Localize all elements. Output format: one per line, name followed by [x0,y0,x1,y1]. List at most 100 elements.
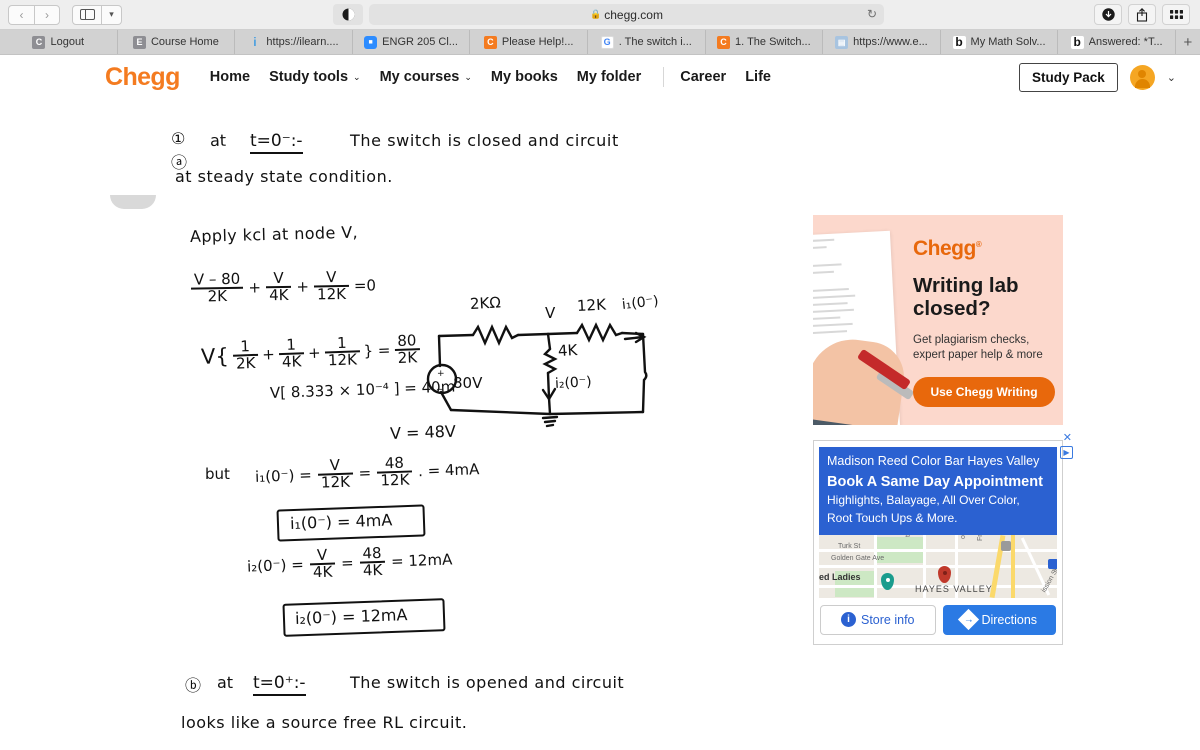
eq2-plus-2: + [307,343,321,363]
toolbar-right-icons [1094,4,1192,25]
eq1-t2-den: 4K [265,285,292,304]
tab-overview-icon[interactable] [1162,4,1190,25]
map-thumbnail[interactable]: Turk St Golden Gate Ave ed Ladies HAYES … [819,534,1057,598]
time-label-t0-minus: t=0⁻:- [250,131,303,154]
forward-button[interactable]: › [34,4,60,25]
directions-button[interactable]: → Directions [942,604,1056,635]
eq1-t3-den: 12K [313,284,350,303]
eq2-lead: V{ [200,343,230,369]
map-label: ter St [905,535,912,537]
i2-f2-den: 4K [359,560,386,580]
nav-item-career[interactable]: Career [680,69,726,85]
tab-label: https://www.e... [853,36,928,48]
tab-label: 1. The Switch... [735,36,811,48]
browser-tab[interactable]: C 1. The Switch... [705,30,824,54]
use-chegg-writing-button[interactable]: Use Chegg Writing [913,376,1055,407]
study-pack-button[interactable]: Study Pack [1019,62,1118,92]
browser-tab[interactable]: C Logout [0,30,118,54]
source-voltage-label: 80V [453,374,483,392]
i2-answer: i₂(0⁻) = 12mA [294,605,408,628]
address-bar[interactable]: 🔒 chegg.com ↻ [369,4,884,25]
tab-favicon: b [952,35,966,49]
browser-tab[interactable]: b Answered: *T... [1058,30,1176,54]
sidebar-toggle-icon[interactable] [72,4,102,25]
browser-tab[interactable]: ▤ https://www.e... [823,30,941,54]
eq2-t1-num: 1 [240,337,251,356]
store-info-button[interactable]: i Store info [820,604,936,635]
sidebar-dropdown-icon[interactable]: ▾ [102,4,122,25]
tab-favicon: E [132,35,146,49]
tab-label: . The switch i... [618,36,692,48]
browser-tab[interactable]: ■ ENGR 205 Cl... [352,30,471,54]
resistor-12k-label: 12K [576,295,607,315]
chegg-writing-ad[interactable]: Chegg® Writing lab closed? Get plagiaris… [813,215,1063,425]
reload-icon[interactable]: ↻ [867,7,877,21]
browser-tab[interactable]: b My Math Solv... [940,30,1059,54]
madison-reed-maps-ad[interactable]: ✕ ▶ Madison Reed Color Bar Hayes Valley … [813,432,1073,645]
download-icon[interactable] [1094,4,1122,25]
i2-result: = 12mA [390,550,453,571]
back-button[interactable]: ‹ [8,4,34,25]
tab-label: https://ilearn.... [266,36,339,48]
resistor-2k-label: 2KΩ [469,293,502,313]
nav-label: My courses [379,69,460,85]
browser-tab[interactable]: i https://ilearn.... [235,30,353,54]
directions-arrow-icon: → [958,609,980,631]
step-number-b: ⓑ [185,676,202,695]
browser-tab[interactable]: E Course Home [117,30,236,54]
nav-item-my-courses[interactable]: My courses ⌄ [380,69,472,85]
kcl-label: Apply kcl at node V, [189,222,359,246]
eq2-rhs-num: 80 [396,331,417,350]
chegg-site-header: Chegg Home Study tools ⌄ My courses ⌄ My… [0,55,1200,99]
tab-label: Please Help!... [501,36,574,48]
eq1-t2-num: V [273,268,284,288]
tab-label: Answered: *T... [1088,36,1163,48]
nav-item-home[interactable]: Home [210,69,250,85]
statement-line-b1: The switch is opened and circuit [350,673,625,692]
eq2-t2-num: 1 [286,335,297,354]
chegg-logo[interactable]: Chegg [105,63,180,92]
account-chevron-down-icon[interactable]: ⌄ [1167,71,1176,84]
eq2-rhs-den: 2K [394,348,421,367]
ad-headline: Writing lab closed? [913,274,1055,321]
map-pin-business [938,565,951,583]
nav-item-study-tools[interactable]: Study tools ⌄ [269,69,361,85]
kcl-equation: V – 80 2K + V 4K + V 12K =0 [190,268,377,305]
map-label: Golden Gate Ave [831,554,885,562]
map-transit-icon [1048,558,1057,569]
but-label: but [205,465,230,483]
nav-item-my-folder[interactable]: My folder [577,69,641,85]
eq1-t3-num: V [325,268,337,287]
nav-label: My folder [576,69,642,85]
ad-description-line-1: Highlights, Balayage, All Over Color, [827,492,1020,507]
i1-result: . = 4mA [417,460,480,481]
i1-eq: = [358,463,372,483]
tab-label: Course Home [150,36,219,48]
adchoices-icon[interactable]: ▶ [1060,446,1073,459]
browser-tab[interactable]: C Please Help!... [470,30,588,54]
browser-tab[interactable]: G . The switch i... [587,30,706,54]
new-tab-button[interactable]: + [1175,30,1200,54]
step-number-1: ① [171,129,186,148]
ad-business-name: Madison Reed Color Bar Hayes Valley [827,454,1040,468]
avatar[interactable] [1129,64,1155,90]
kcl-expanded-equation: V{ 1 2K + 1 4K + 1 12K } = 80 2K [200,331,421,373]
i2-f2-num: 48 [362,543,382,563]
url-text: chegg.com [604,7,663,22]
nav-label: Career [680,69,727,85]
share-icon[interactable] [1128,4,1156,25]
i1-f1-num: V [329,455,341,475]
info-icon: i [840,612,856,628]
i1-f2-den: 12K [377,470,413,490]
close-icon[interactable]: ✕ [1063,431,1072,444]
map-label: HAYES VALLEY [915,583,993,594]
map-label: Franklin St [977,535,984,541]
tab-favicon: G [600,35,614,49]
nav-item-my-books[interactable]: My books [491,69,558,85]
tab-strip: C Logout E Course Home i https://ilearn.… [0,29,1200,54]
tab-favicon: b [1070,35,1084,49]
tab-favicon: i [253,35,257,49]
privacy-shield-icon[interactable] [333,4,363,25]
lock-icon: 🔒 [590,9,602,19]
nav-item-life[interactable]: Life [745,69,771,85]
